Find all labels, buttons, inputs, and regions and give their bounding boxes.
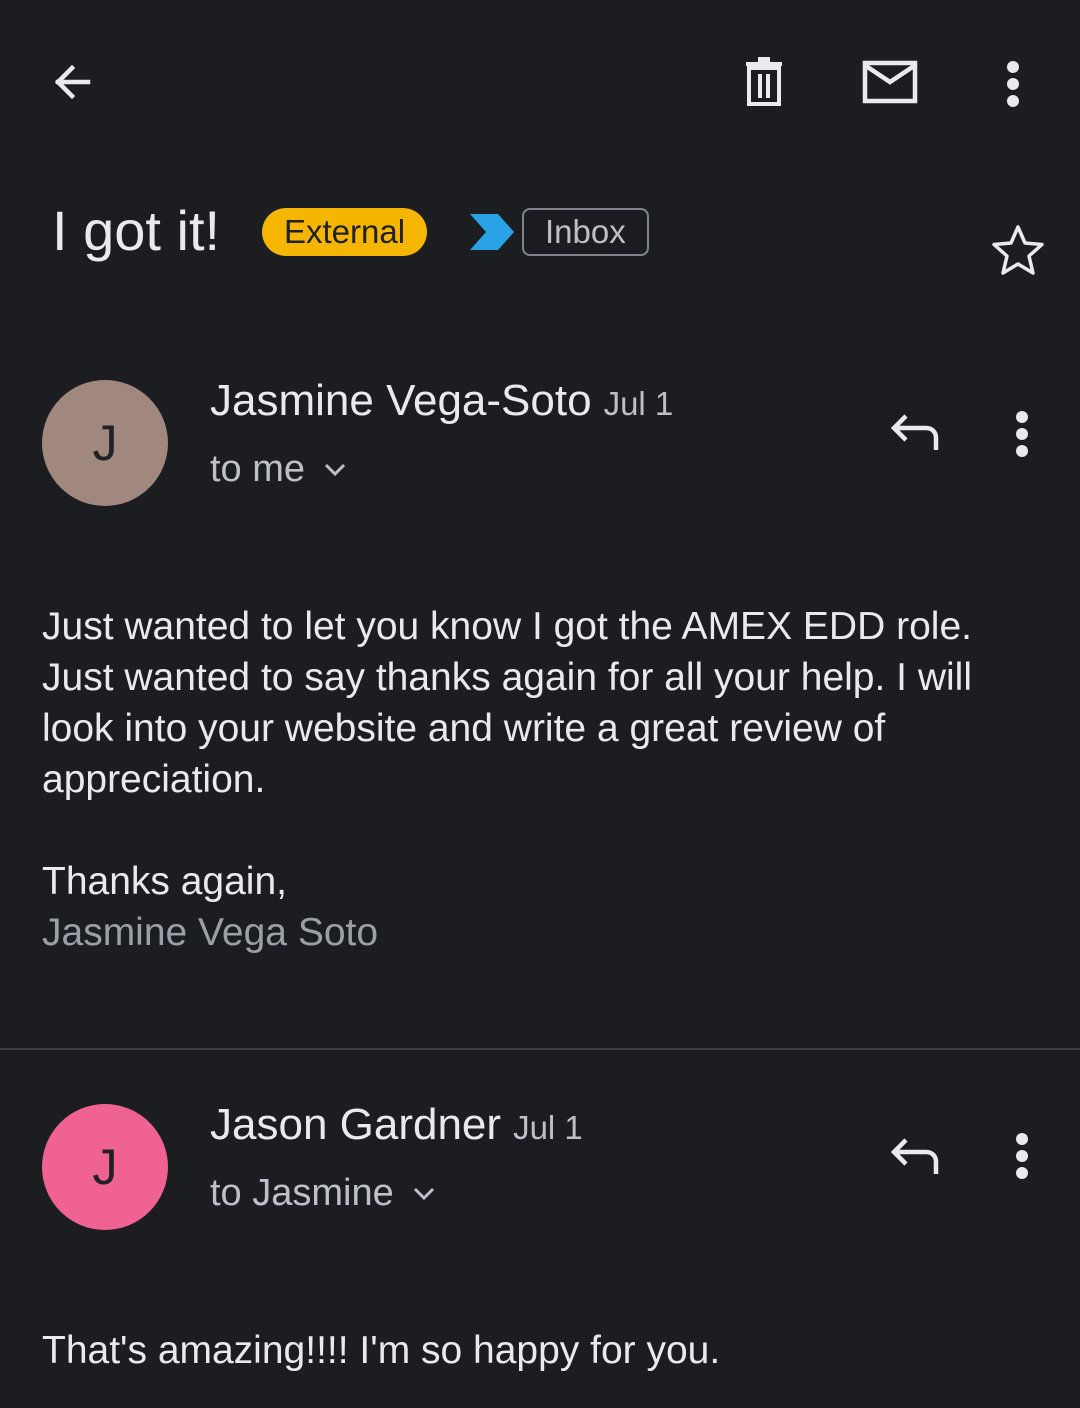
star-outline-icon [992, 225, 1044, 275]
inbox-label[interactable]: Inbox [522, 208, 649, 256]
avatar-letter: J [92, 1139, 118, 1195]
message-more-button[interactable] [1000, 1126, 1044, 1186]
reply-icon [890, 1138, 939, 1174]
delete-button[interactable] [734, 52, 794, 112]
recipients-label: to Jasmine [210, 1172, 394, 1214]
body-paragraph: Just wanted to let you know I got the AM… [42, 605, 972, 648]
reply-button[interactable] [884, 1128, 944, 1184]
sender-name: Jason Gardner [210, 1100, 502, 1149]
more-options-button[interactable] [988, 52, 1038, 116]
body-paragraph: That's amazing!!!! I'm so happy for you. [42, 1329, 721, 1372]
email-subject: I got it! [52, 199, 221, 262]
more-vert-icon [1016, 1133, 1028, 1179]
message-date: Jul 1 [603, 385, 674, 422]
reply-icon [890, 414, 939, 450]
message-body: Just wanted to let you know I got the AM… [42, 601, 1042, 958]
chevron-down-icon [413, 1187, 434, 1200]
chevron-down-icon [324, 463, 346, 476]
sender-name: Jasmine Vega-Soto [210, 376, 592, 425]
more-vert-icon [1016, 411, 1028, 457]
recipients-toggle[interactable]: to Jasmine [210, 1172, 436, 1215]
signature: Jasmine Vega Soto [42, 911, 379, 954]
star-button[interactable] [988, 222, 1048, 278]
body-paragraph: Just wanted to say thanks again for all … [42, 656, 972, 801]
external-badge: External [262, 208, 428, 256]
avatar-letter: J [92, 415, 118, 471]
avatar[interactable]: J [42, 1104, 168, 1230]
importance-marker-icon[interactable] [468, 212, 516, 252]
message-header: Jasmine Vega-Soto Jul 1 [210, 376, 673, 426]
more-vert-icon [1007, 61, 1019, 107]
reply-button[interactable] [884, 404, 944, 460]
arrow-left-icon [54, 64, 91, 100]
body-paragraph: Thanks again, [42, 860, 287, 903]
avatar[interactable]: J [42, 380, 168, 506]
message-divider [0, 1048, 1080, 1050]
message-more-button[interactable] [1000, 404, 1044, 464]
recipients-toggle[interactable]: to me [210, 448, 347, 491]
message-body: That's amazing!!!! I'm so happy for you. [42, 1325, 1042, 1376]
message-header: Jason Gardner Jul 1 [210, 1100, 583, 1150]
mark-unread-button[interactable] [858, 52, 922, 112]
recipients-label: to me [210, 448, 306, 490]
trash-icon [746, 57, 782, 106]
back-button[interactable] [42, 52, 102, 112]
message-date: Jul 1 [513, 1109, 583, 1146]
mail-icon [862, 60, 918, 104]
